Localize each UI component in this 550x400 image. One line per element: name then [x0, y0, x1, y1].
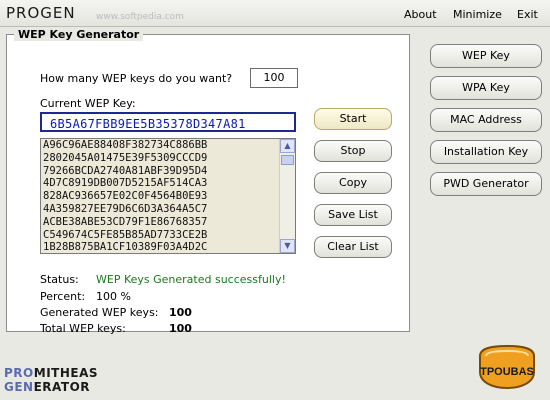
percent-value: 100 %: [96, 290, 131, 303]
mac-address-button[interactable]: MAC Address: [430, 108, 542, 132]
start-button[interactable]: Start: [314, 108, 392, 130]
percent-label: Percent:: [40, 290, 86, 303]
menu-exit[interactable]: Exit: [517, 8, 538, 21]
total-value: 100: [169, 322, 192, 335]
menu-about[interactable]: About: [404, 8, 437, 21]
clear-list-button[interactable]: Clear List: [314, 236, 392, 258]
scroll-down-icon[interactable]: ▼: [280, 239, 295, 253]
panel-legend: WEP Key Generator: [14, 28, 144, 41]
list-item: 4D7C8919DB007D5215AF514CA3: [43, 177, 208, 190]
list-item: A96C96AE88408F382734C886BB: [43, 139, 208, 151]
list-item: 2802045A01475E39F5309CCCD9: [43, 151, 208, 164]
list-item: 4A359827EE79D6C6D3A364A5C7: [43, 202, 208, 215]
generated-value: 100: [169, 306, 192, 319]
brand-line1-a: PRO: [4, 366, 34, 380]
brand-line2-b: ERATOR: [33, 380, 91, 394]
list-item: ACBE38ABE53CD79F1E86768357: [43, 215, 208, 228]
key-list[interactable]: A96C96AE88408F382734C886BB 2802045A01475…: [40, 138, 296, 254]
pwd-generator-button[interactable]: PWD Generator: [430, 172, 542, 196]
title-bar: PROGEN www.softpedia.com About Minimize …: [0, 0, 550, 27]
app-logo: PROGEN: [6, 4, 76, 22]
scroll-thumb[interactable]: [281, 155, 294, 165]
list-scrollbar[interactable]: ▲ ▼: [279, 139, 295, 253]
total-label: Total WEP keys:: [40, 322, 126, 335]
list-item: 79266BCDA2740A81ABF39D95D4: [43, 164, 208, 177]
list-item: 1B28B875BA1CF10389F03A4D2C: [43, 241, 208, 254]
badge-text: TPOUBAS: [480, 366, 534, 378]
brand-logo: PROMITHEAS GENERATOR: [4, 366, 98, 394]
current-key-label: Current WEP Key:: [40, 97, 136, 110]
save-list-button[interactable]: Save List: [314, 204, 392, 226]
status-label: Status:: [40, 273, 79, 286]
menu-minimize[interactable]: Minimize: [453, 8, 502, 21]
key-count-input[interactable]: 100: [250, 68, 298, 88]
tpoubas-badge-icon: TPOUBAS: [479, 344, 535, 390]
copy-button[interactable]: Copy: [314, 172, 392, 194]
scroll-up-icon[interactable]: ▲: [280, 139, 295, 153]
wep-key-button[interactable]: WEP Key: [430, 44, 542, 68]
brand-line1-b: MITHEAS: [33, 366, 99, 380]
key-list-lines: A96C96AE88408F382734C886BB 2802045A01475…: [43, 139, 208, 254]
status-value: WEP Keys Generated successfully!: [96, 273, 286, 286]
stop-button[interactable]: Stop: [314, 140, 392, 162]
brand-line2-a: GEN: [4, 380, 34, 394]
list-item: 828AC936657E02C0F4564B0E93: [43, 190, 208, 203]
key-count-label: How many WEP keys do you want?: [40, 72, 233, 85]
watermark: www.softpedia.com: [96, 12, 184, 22]
generated-label: Generated WEP keys:: [40, 306, 159, 319]
wpa-key-button[interactable]: WPA Key: [430, 76, 542, 100]
installation-key-button[interactable]: Installation Key: [430, 140, 542, 164]
current-key-field[interactable]: 6B5A67FBB9EE5B35378D347A81: [40, 112, 296, 132]
list-item: C549674C5FE85B85AD7733CE2B: [43, 228, 208, 241]
